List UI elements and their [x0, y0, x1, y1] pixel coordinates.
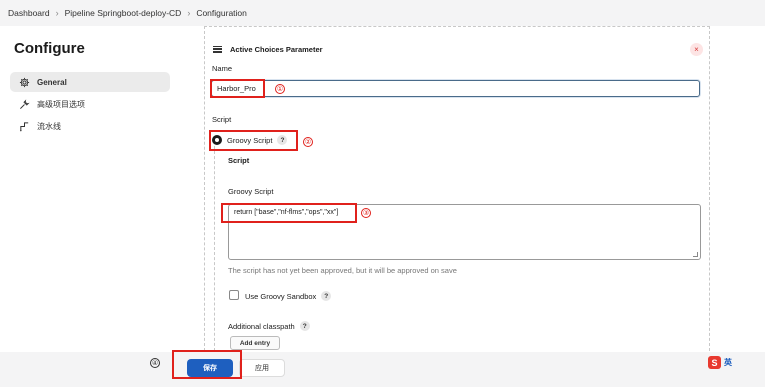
chevron-right-icon: ›: [55, 8, 59, 18]
resize-handle-icon[interactable]: [693, 252, 698, 257]
help-icon[interactable]: ?: [299, 321, 310, 331]
script-section-border: [214, 146, 215, 356]
chevron-right-icon: ›: [187, 8, 191, 18]
ime-language-label: 英: [724, 358, 732, 367]
bottom-action-bar: [0, 352, 765, 387]
annotation-number-3: ③: [361, 208, 371, 218]
groovy-sandbox-row: Use Groovy Sandbox ?: [245, 291, 332, 301]
additional-classpath-label: Additional classpath: [228, 321, 295, 331]
approval-note: The script has not yet been approved, bu…: [228, 266, 457, 275]
parameter-type-label: Active Choices Parameter: [230, 44, 323, 54]
sidebar-item-pipeline[interactable]: 流水线: [10, 116, 170, 136]
apply-button[interactable]: 应用: [239, 359, 285, 377]
annotation-box-save: [172, 350, 242, 379]
sidebar-item-label: 流水线: [37, 121, 61, 131]
pipeline-icon: [18, 120, 30, 132]
sidebar-item-general[interactable]: General: [10, 72, 170, 92]
annotation-number-4: ④: [150, 358, 160, 368]
sogou-logo-icon: S: [708, 356, 721, 369]
sidebar-item-advanced[interactable]: 高级项目选项: [10, 94, 170, 114]
gear-icon: [18, 76, 30, 88]
groovy-sandbox-label: Use Groovy Sandbox: [245, 291, 317, 301]
groovy-script-label: Groovy Script: [228, 187, 274, 196]
breadcrumb: Dashboard › Pipeline Springboot-deploy-C…: [0, 0, 765, 26]
drag-handle-icon[interactable]: [213, 44, 222, 54]
parameter-section: [204, 26, 710, 356]
script-label: Script: [212, 115, 232, 124]
script-subheading: Script: [228, 156, 250, 165]
annotation-box-name: [210, 79, 265, 98]
name-label: Name: [212, 64, 233, 73]
sidebar-item-label: General: [37, 77, 67, 87]
ime-indicator[interactable]: S 英: [708, 356, 732, 369]
breadcrumb-dashboard[interactable]: Dashboard: [8, 8, 50, 18]
breadcrumb-configuration[interactable]: Configuration: [196, 8, 247, 18]
annotation-box-script: [221, 203, 357, 223]
annotation-box-groovy-radio: [209, 130, 298, 151]
breadcrumb-pipeline[interactable]: Pipeline Springboot-deploy-CD: [65, 8, 182, 18]
wrench-icon: [18, 98, 30, 110]
help-icon[interactable]: ?: [321, 291, 332, 301]
section-divider: [204, 26, 710, 27]
parameter-header: Active Choices Parameter: [213, 44, 323, 54]
page-title: Configure: [14, 40, 85, 57]
annotation-number-2: ②: [303, 137, 313, 147]
additional-classpath-row: Additional classpath ?: [228, 321, 310, 331]
add-entry-button[interactable]: Add entry: [230, 336, 280, 350]
sidebar-item-label: 高级项目选项: [37, 99, 85, 109]
annotation-number-1: ①: [275, 84, 285, 94]
close-icon[interactable]: ×: [690, 43, 703, 56]
groovy-sandbox-checkbox[interactable]: [229, 290, 239, 300]
